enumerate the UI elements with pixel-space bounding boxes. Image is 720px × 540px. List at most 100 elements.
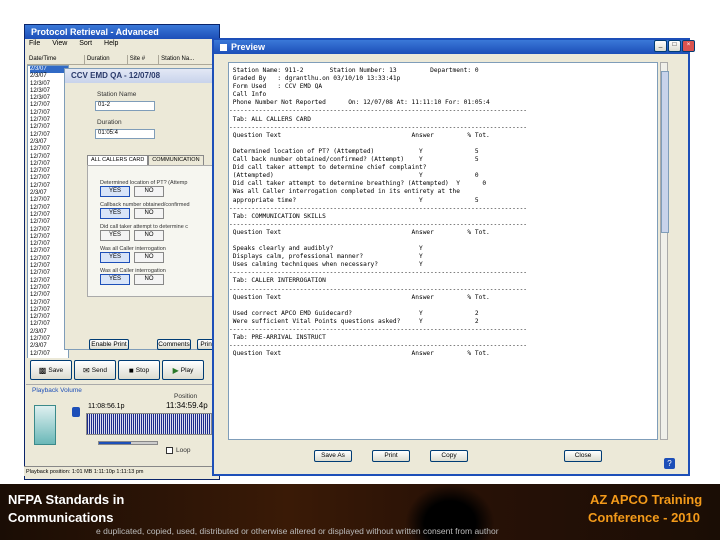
preview-window-icon (220, 43, 227, 51)
table-row[interactable]: 12/7/07 (30, 248, 68, 255)
player-play-button[interactable]: ▶ Play (162, 360, 204, 380)
disk-icon: ▩ (38, 365, 47, 375)
question-1-yes[interactable]: YES (100, 186, 130, 197)
table-row[interactable]: 12/7/07 (30, 146, 68, 153)
table-row[interactable]: 12/7/07 (30, 183, 68, 190)
footer-left-line2: Communications (8, 510, 114, 525)
qa-panel: CCV EMD QA - 12/07/08 Station Name 01-2 … (64, 68, 217, 350)
menu-view[interactable]: View (52, 40, 67, 47)
table-row[interactable]: 12/7/07 (30, 321, 68, 328)
close-button[interactable]: Close (564, 450, 602, 462)
position-start-time: 11:08:56.1p (88, 403, 125, 410)
table-row[interactable]: 12/7/07 (30, 241, 68, 248)
table-row[interactable]: 12/7/07 (30, 175, 68, 182)
table-row[interactable]: 12/7/07 (30, 132, 68, 139)
table-row[interactable]: 12/7/07 (30, 205, 68, 212)
preview-line: Call back number obtained/confirmed? (At… (229, 156, 479, 164)
table-row[interactable]: 12/7/07 (30, 336, 68, 343)
table-row[interactable]: 12/7/07 (30, 219, 68, 226)
player-stop-button[interactable]: ■ Stop (118, 360, 160, 380)
col-station[interactable]: Station Na... (159, 55, 220, 64)
duration-field[interactable]: 01:05:4 (95, 129, 155, 139)
table-row[interactable]: 12/7/07 (30, 102, 68, 109)
preview-line: Were sufficient Vital Points questions a… (229, 317, 479, 325)
table-row[interactable]: 12/7/07 (30, 197, 68, 204)
table-row[interactable]: 2/3/07 (30, 73, 68, 80)
call-list[interactable]: 2/3/07 2/3/07 12/3/07 12/3/07 12/3/07 12/7/07… (27, 65, 69, 365)
player-save-button[interactable]: ▩ Save (30, 360, 72, 380)
table-row[interactable]: 12/7/07 (30, 314, 68, 321)
preview-line: Speaks clearly and audibly? Y (229, 245, 423, 253)
preview-line: Phone Number Not Reported On: 12/07/08 A… (229, 99, 490, 107)
table-row[interactable]: 2/3/07 (30, 329, 68, 336)
menu-file[interactable]: File (29, 40, 40, 47)
copy-button[interactable]: Copy (430, 450, 468, 462)
table-row[interactable]: 12/7/07 (30, 124, 68, 131)
table-row[interactable]: 2/3/07 (30, 190, 68, 197)
preview-line: ----------------------------------------… (229, 107, 528, 115)
preview-line: ----------------------------------------… (229, 123, 528, 131)
preview-scrollbar[interactable] (660, 62, 669, 440)
table-row[interactable]: 12/7/07 (30, 278, 68, 285)
volume-slider-track[interactable] (98, 441, 158, 445)
loop-checkbox[interactable] (166, 447, 173, 454)
col-date-time[interactable]: Date/Time (27, 55, 85, 64)
table-row[interactable]: 12/3/07 (30, 95, 68, 102)
preview-line: ----------------------------------------… (229, 204, 528, 212)
table-row[interactable]: 12/3/07 (30, 81, 68, 88)
question-5-yes[interactable]: YES (100, 274, 130, 285)
table-row[interactable]: 12/7/07 (30, 234, 68, 241)
table-row[interactable]: 12/7/07 (30, 307, 68, 314)
table-row[interactable]: 12/7/07 (30, 285, 68, 292)
station-name-label: Station Name (97, 91, 137, 98)
col-site[interactable]: Site # (128, 55, 160, 64)
menu-help[interactable]: Help (104, 40, 118, 47)
preview-line: (Attempted) Y 0 (229, 172, 479, 180)
waveform-display[interactable] (86, 413, 212, 435)
maximize-icon[interactable]: □ (668, 40, 681, 52)
preview-line: Station Name: 911-2 Station Number: 13 D… (229, 67, 479, 74)
table-row[interactable]: 12/7/07 (30, 161, 68, 168)
table-row[interactable]: 12/7/07 (30, 292, 68, 299)
table-row[interactable]: 12/7/07 (30, 256, 68, 263)
table-row[interactable]: 12/7/07 (30, 227, 68, 234)
table-row[interactable]: 2/3/07 (30, 139, 68, 146)
table-row[interactable]: 12/7/07 (30, 117, 68, 124)
question-3-yes[interactable]: YES (100, 230, 130, 241)
table-row[interactable]: 12/7/07 (30, 270, 68, 277)
menu-sort[interactable]: Sort (79, 40, 92, 47)
question-5-no[interactable]: NO (134, 274, 164, 285)
table-row[interactable]: 12/7/07 (30, 300, 68, 307)
tab-all-callers-card[interactable]: ALL CALLERS CARD (87, 155, 149, 165)
close-icon[interactable]: × (682, 40, 695, 52)
enable-print-button[interactable]: Enable Print (89, 339, 129, 350)
preview-print-button[interactable]: Print (372, 450, 410, 462)
question-4-no[interactable]: NO (134, 252, 164, 263)
table-row[interactable]: 12/7/07 (30, 168, 68, 175)
lock-icon[interactable] (72, 407, 80, 417)
table-row[interactable]: 12/7/07 (30, 212, 68, 219)
volume-meter[interactable] (34, 405, 56, 445)
player-save-label: Save (48, 366, 64, 374)
table-row[interactable]: 12/3/07 (30, 88, 68, 95)
question-2-no[interactable]: NO (134, 208, 164, 219)
station-name-field[interactable]: 01-2 (95, 101, 155, 111)
help-icon[interactable]: ? (664, 458, 675, 469)
col-duration[interactable]: Duration (85, 55, 128, 64)
table-row[interactable]: 2/3/07 (30, 343, 68, 350)
question-2-yes[interactable]: YES (100, 208, 130, 219)
question-3-no[interactable]: NO (134, 230, 164, 241)
question-4-yes[interactable]: YES (100, 252, 130, 263)
question-1-no[interactable]: NO (134, 186, 164, 197)
save-as-button[interactable]: Save As (314, 450, 352, 462)
table-row[interactable]: 12/7/07 (30, 263, 68, 270)
table-row[interactable]: 12/7/07 (30, 154, 68, 161)
table-row[interactable]: 2/3/07 (30, 66, 68, 74)
tab-communication[interactable]: COMMUNICATION (148, 155, 204, 165)
table-row[interactable]: 12/7/07 (30, 110, 68, 117)
table-row[interactable]: 12/7/07 (30, 351, 68, 358)
minimize-icon[interactable]: _ (654, 40, 667, 52)
preview-scroll-thumb[interactable] (661, 71, 669, 233)
comments-button[interactable]: Comments (157, 339, 191, 350)
player-send-button[interactable]: ✉ Send (74, 360, 116, 380)
